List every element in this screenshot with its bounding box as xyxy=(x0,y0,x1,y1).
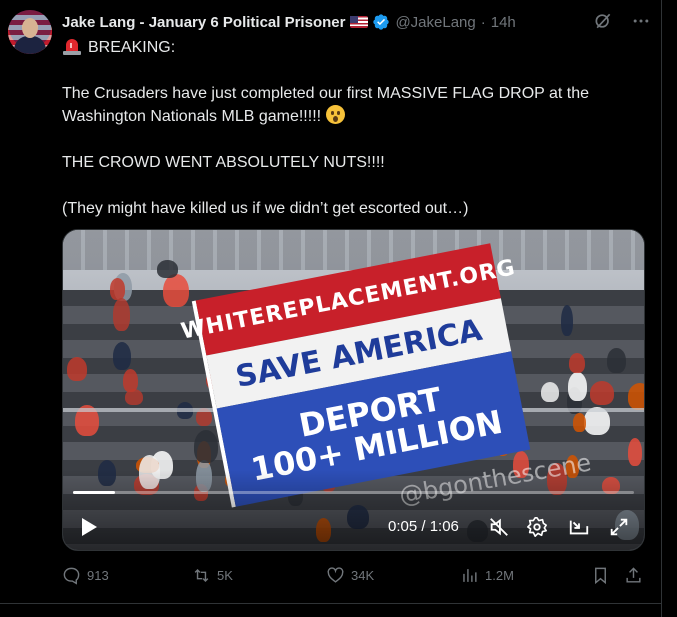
video-progress-bar[interactable] xyxy=(73,491,634,494)
avatar-suit xyxy=(14,36,46,54)
reply-button[interactable]: 913 xyxy=(62,566,109,585)
verified-badge-icon[interactable] xyxy=(372,13,390,31)
crowd-member xyxy=(627,383,644,410)
tweet-header: Jake Lang - January 6 Political Prisoner… xyxy=(62,12,516,32)
bookmark-icon xyxy=(595,567,606,585)
crowd-member xyxy=(113,342,132,371)
page-scrollbar[interactable] xyxy=(662,0,677,617)
crowd-member xyxy=(607,347,626,373)
crowd-member xyxy=(112,298,130,331)
video-player[interactable]: WHITEREPLACEMENT.ORG SAVE AMERICA DEPORT… xyxy=(62,229,645,551)
video-progress-fill xyxy=(73,491,116,494)
like-button[interactable]: 34K xyxy=(326,566,374,585)
controls-shade xyxy=(63,470,644,550)
siren-emoji xyxy=(62,37,82,55)
more-icon[interactable] xyxy=(630,10,652,32)
video-time: 0:05 / 1:06 xyxy=(388,518,459,535)
crowd-member xyxy=(156,260,178,278)
views-button[interactable]: 1.2M xyxy=(460,566,514,585)
tweet-top-actions xyxy=(592,10,652,32)
crowd-member xyxy=(589,381,615,406)
like-count: 34K xyxy=(351,568,375,583)
crowd-member xyxy=(627,437,642,467)
author-name[interactable]: Jake Lang - January 6 Political Prisoner xyxy=(62,14,345,31)
crowd-member xyxy=(569,353,585,374)
play-icon[interactable] xyxy=(79,516,99,538)
tweet-line-2-text: The Crusaders have just completed our fi… xyxy=(62,85,590,125)
fullscreen-icon[interactable] xyxy=(608,516,630,538)
repost-count: 5K xyxy=(217,568,233,583)
tweet-text: BREAKING: The Crusaders have just comple… xyxy=(62,36,642,220)
tweet-actions: 913 5K 34K 1.2M xyxy=(62,566,642,588)
reply-icon xyxy=(63,567,80,585)
avatar[interactable] xyxy=(8,10,52,54)
crowd-member xyxy=(194,429,219,463)
crowd-member xyxy=(567,372,587,401)
mute-icon[interactable] xyxy=(488,516,510,538)
author-handle[interactable]: @JakeLang xyxy=(395,14,475,31)
heart-icon xyxy=(327,567,344,583)
settings-gear-icon[interactable] xyxy=(526,516,548,538)
grok-icon[interactable] xyxy=(592,10,614,32)
view-count: 1.2M xyxy=(485,568,514,583)
tweet-line-3: THE CROWD WENT ABSOLUTELY NUTS!!!! xyxy=(62,154,385,171)
tweet-line-2: The Crusaders have just completed our fi… xyxy=(62,82,642,128)
picture-in-picture-icon[interactable] xyxy=(568,516,590,538)
tweet-line-4: (They might have killed us if we didn’t … xyxy=(62,200,469,217)
breaking-label: BREAKING: xyxy=(88,39,176,56)
time-ago[interactable]: 14h xyxy=(491,14,516,31)
crowd-member xyxy=(572,413,586,433)
tweet-line-1: BREAKING: xyxy=(62,36,642,59)
crowd-member xyxy=(540,381,560,403)
reply-count: 913 xyxy=(87,568,109,583)
tweet-card[interactable]: Jake Lang - January 6 Political Prisoner… xyxy=(0,0,662,617)
avatar-face xyxy=(22,18,38,38)
repost-icon xyxy=(194,568,209,583)
next-tweet-edge xyxy=(0,603,662,617)
share-button[interactable] xyxy=(624,566,643,585)
bookmark-button[interactable] xyxy=(591,566,610,585)
crowd-member xyxy=(163,273,189,307)
share-icon xyxy=(626,567,641,583)
repost-button[interactable]: 5K xyxy=(192,566,233,585)
crowd-member xyxy=(561,305,574,337)
crowd-member xyxy=(66,357,88,382)
views-chart-icon xyxy=(463,569,477,582)
crowd-member xyxy=(110,278,125,300)
separator-dot: · xyxy=(480,13,486,31)
us-flag-emoji xyxy=(350,16,369,28)
astonished-face-emoji xyxy=(325,105,345,124)
crowd-member xyxy=(122,369,138,393)
